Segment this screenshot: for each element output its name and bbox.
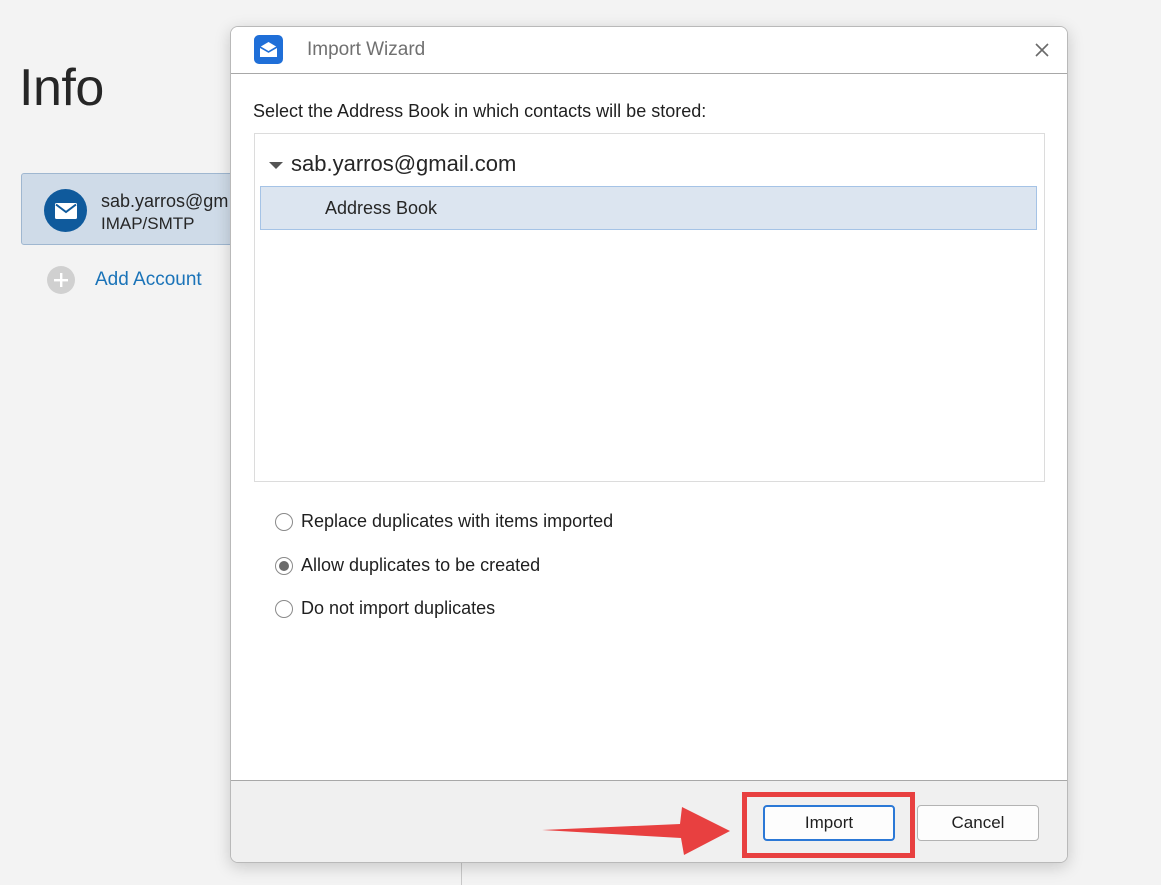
- annotation-highlight-box: [742, 792, 915, 858]
- tree-item-address-book[interactable]: Address Book: [260, 186, 1037, 230]
- option-label: Do not import duplicates: [301, 598, 496, 618]
- mail-icon: [44, 189, 87, 232]
- dialog-titlebar: Import Wizard: [231, 27, 1067, 74]
- plus-icon: [47, 266, 75, 294]
- account-email: sab.yarros@gm: [101, 191, 229, 211]
- radio-allow-duplicates[interactable]: [275, 556, 293, 575]
- cancel-button[interactable]: Cancel: [917, 805, 1039, 841]
- option-no-duplicates[interactable]: Do not import duplicates: [275, 598, 495, 619]
- radio-replace-duplicates[interactable]: [275, 512, 293, 531]
- tree-root-account[interactable]: sab.yarros@gmail.com: [269, 151, 516, 177]
- add-account-label: Add Account: [95, 269, 202, 290]
- caret-down-icon[interactable]: [269, 161, 283, 169]
- option-label: Replace duplicates with items imported: [301, 511, 614, 531]
- radio-no-duplicates[interactable]: [275, 599, 293, 618]
- account-card[interactable]: sab.yarros@gm IMAP/SMTP: [21, 173, 261, 245]
- tree-item-label: Address Book: [325, 198, 438, 218]
- add-account-button[interactable]: Add Account: [47, 266, 202, 294]
- dialog-title: Import Wizard: [307, 39, 426, 60]
- annotation-arrow-icon: [542, 807, 730, 855]
- option-allow-duplicates[interactable]: Allow duplicates to be created: [275, 555, 540, 576]
- background-divider: [461, 860, 462, 885]
- account-type: IMAP/SMTP: [101, 214, 195, 233]
- address-book-tree[interactable]: sab.yarros@gmail.com Address Book: [254, 133, 1045, 482]
- tree-root-label: sab.yarros@gmail.com: [291, 151, 517, 176]
- close-icon[interactable]: [1027, 35, 1057, 65]
- page-title: Info: [19, 59, 104, 117]
- option-label: Allow duplicates to be created: [301, 555, 541, 575]
- app-envelope-icon: [254, 35, 283, 64]
- option-replace-duplicates[interactable]: Replace duplicates with items imported: [275, 511, 613, 532]
- address-book-prompt: Select the Address Book in which contact…: [253, 101, 707, 121]
- import-wizard-dialog: Import Wizard Select the Address Book in…: [230, 26, 1068, 863]
